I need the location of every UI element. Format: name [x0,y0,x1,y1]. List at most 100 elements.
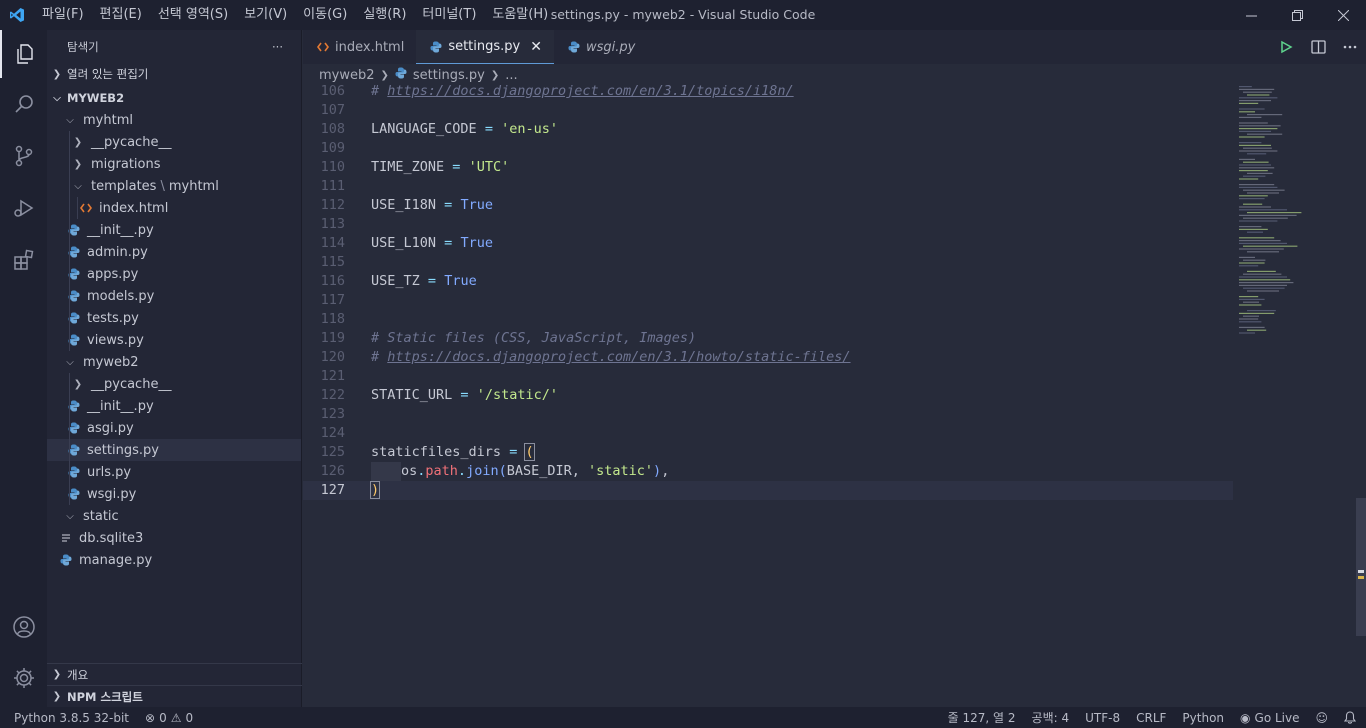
encoding[interactable]: UTF-8 [1077,711,1128,725]
minimap-line [1239,256,1255,258]
tree-file-init-py[interactable]: __init__.py [47,395,301,417]
tree-file-init-py[interactable]: __init__.py [47,219,301,241]
menu-view[interactable]: 보기(V) [236,0,295,30]
tab-settings-py[interactable]: settings.py ✕ [416,30,554,64]
menu-file[interactable]: 파일(F) [34,0,92,30]
manage-gear-icon[interactable] [0,654,47,702]
code-line[interactable]: 110 TIME_ZONE = 'UTC' [303,158,1233,177]
tree-file-admin-py[interactable]: admin.py [47,241,301,263]
title-bar: 파일(F) 편집(E) 선택 영역(S) 보기(V) 이동(G) 실행(R) 터… [0,0,1366,30]
menu-edit[interactable]: 편집(E) [92,0,150,30]
outline-section[interactable]: ❯ 개요 [47,663,302,685]
code-identifier: staticfiles_dirs [371,444,502,460]
tree-file-settings-py[interactable]: settings.py [47,439,301,461]
line-number: 119 [320,330,345,346]
menu-go[interactable]: 이동(G) [295,0,355,30]
close-window-button[interactable] [1320,0,1366,30]
menu-run[interactable]: 실행(R) [355,0,414,30]
code-link[interactable]: https://docs.djangoproject.com/en/3.1/ho… [387,349,850,365]
code-line[interactable]: 112 USE_I18N = True [303,196,1233,215]
tree-file-models-py[interactable]: models.py [47,285,301,307]
minimize-button[interactable] [1228,0,1274,30]
code-line[interactable]: 121 [303,367,1233,386]
tree-file-apps-py[interactable]: apps.py [47,263,301,285]
code-line[interactable]: 108 LANGUAGE_CODE = 'en-us' [303,120,1233,139]
tree-file-db-sqlite3[interactable]: db.sqlite3 [47,527,301,549]
open-editors-section[interactable]: ❯ 열려 있는 편집기 [47,63,301,85]
editor-scrollbar[interactable] [1356,498,1366,636]
code-link[interactable]: https://docs.djangoproject.com/en/3.1/to… [387,83,793,99]
more-actions-icon[interactable]: ··· [272,40,283,54]
tree-folder-migrations[interactable]: ❯ migrations [47,153,301,175]
close-tab-icon[interactable]: ✕ [530,39,542,55]
code-line[interactable]: 109 [303,139,1233,158]
tree-folder-pycache[interactable]: ❯ __pycache__ [47,373,301,395]
tree-file-index-html[interactable]: index.html [47,197,301,219]
split-editor-icon[interactable] [1302,40,1334,54]
scrollbar-marker [1358,570,1364,573]
search-icon[interactable] [0,80,47,128]
run-python-file-icon[interactable] [1270,40,1302,54]
tree-folder-static[interactable]: ⌵ static [47,505,301,527]
tree-folder-pycache[interactable]: ❯ __pycache__ [47,131,301,153]
minimap-line [1243,301,1259,303]
tree-folder-templates[interactable]: ⌵ templates \ myhtml [47,175,301,197]
code-line[interactable]: 117 [303,291,1233,310]
cursor-position[interactable]: 줄 127, 열 2 [940,709,1024,726]
code-line[interactable]: 125 staticfiles_dirs = ( [303,443,1233,462]
code-line[interactable]: 107 [303,101,1233,120]
indentation[interactable]: 공백: 4 [1024,709,1078,726]
code-line[interactable]: 106 # https://docs.djangoproject.com/en/3… [303,82,1233,101]
minimap-line [1239,248,1284,250]
menu-selection[interactable]: 선택 영역(S) [150,0,236,30]
sidebar-title: 탐색기 [67,39,99,54]
npm-scripts-section[interactable]: ❯ NPM 스크립트 [47,685,302,707]
code-line[interactable]: 119 # Static files (CSS, JavaScript, Imag… [303,329,1233,348]
go-live-button[interactable]: ◉ Go Live [1232,711,1307,725]
code-line[interactable]: 114 USE_L10N = True [303,234,1233,253]
minimap-line [1239,86,1252,88]
code-line[interactable]: 123 [303,405,1233,424]
python-interpreter[interactable]: Python 3.8.5 32-bit [0,711,137,725]
tree-folder-myhtml[interactable]: ⌵ myhtml [47,109,301,131]
tree-file-views-py[interactable]: views.py [47,329,301,351]
tab-index-html[interactable]: index.html [303,30,416,64]
end-of-line[interactable]: CRLF [1128,711,1174,725]
editor-more-icon[interactable] [1334,45,1366,49]
notifications-bell-icon[interactable] [1336,711,1366,724]
code-line[interactable]: 113 [303,215,1233,234]
problems-indicator[interactable]: ⊗ 0 ⚠ 0 [137,711,201,725]
breadcrumb-symbol[interactable]: ... [505,68,517,83]
code-line[interactable]: 126 os.path.join(BASE_DIR, 'static'), [303,462,1233,481]
tree-file-wsgi-py[interactable]: wsgi.py [47,483,301,505]
code-line[interactable]: 122 STATIC_URL = '/static/' [303,386,1233,405]
menu-help[interactable]: 도움말(H) [484,0,556,30]
tab-wsgi-py[interactable]: wsgi.py [554,30,647,64]
source-control-icon[interactable] [0,132,47,180]
menu-terminal[interactable]: 터미널(T) [414,0,484,30]
tree-file-manage-py[interactable]: manage.py [47,549,301,571]
code-line[interactable]: 120 # https://docs.djangoproject.com/en/3… [303,348,1233,367]
feedback-icon[interactable]: ☺ [1307,711,1336,725]
tree-file-urls-py[interactable]: urls.py [47,461,301,483]
run-debug-icon[interactable] [0,184,47,232]
code-line[interactable]: 124 [303,424,1233,443]
tree-file-tests-py[interactable]: tests.py [47,307,301,329]
code-line[interactable]: 111 [303,177,1233,196]
breadcrumb-file[interactable]: settings.py [413,68,485,83]
breadcrumb-folder[interactable]: myweb2 [319,68,375,83]
restore-button[interactable] [1274,0,1320,30]
code-line[interactable]: 127) [303,481,1233,500]
minimap[interactable] [1237,86,1357,346]
code-line[interactable]: 118 [303,310,1233,329]
code-line[interactable]: 116 USE_TZ = True [303,272,1233,291]
html-file-icon [79,202,93,214]
tree-file-asgi-py[interactable]: asgi.py [47,417,301,439]
project-section[interactable]: ⌵ MYWEB2 [47,87,301,109]
accounts-icon[interactable] [0,603,47,651]
language-mode[interactable]: Python [1174,711,1232,725]
tree-folder-myweb2[interactable]: ⌵ myweb2 [47,351,301,373]
extensions-icon[interactable] [0,236,47,284]
explorer-icon[interactable] [0,30,47,78]
code-line[interactable]: 115 [303,253,1233,272]
